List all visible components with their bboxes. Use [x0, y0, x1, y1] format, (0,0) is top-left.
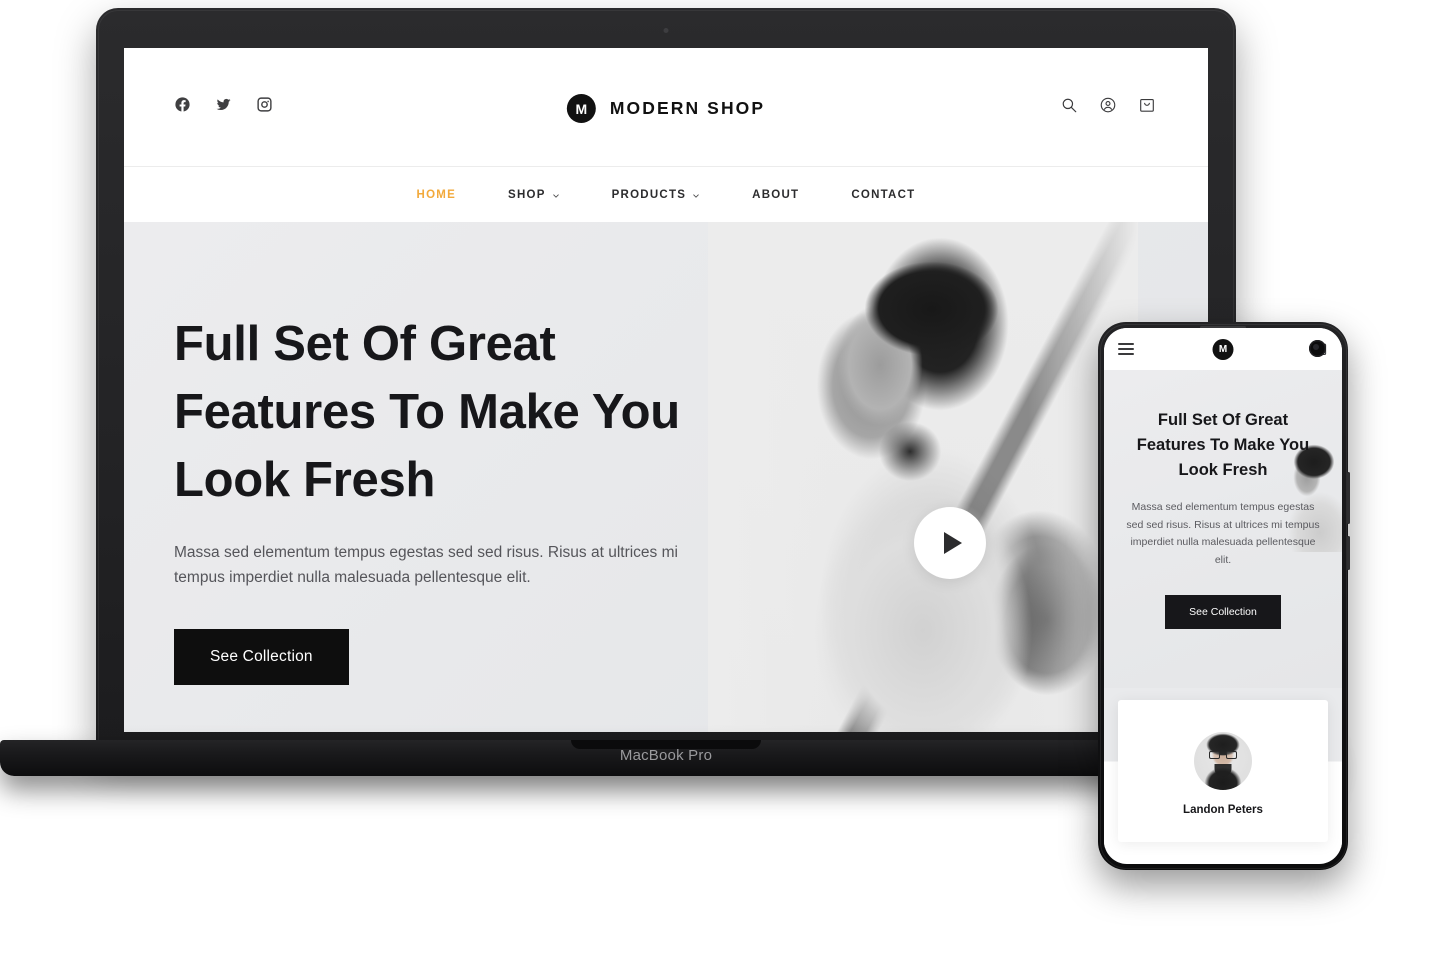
- laptop-screen: M MODERN SHOP HOME SHOP PRODUCTS ABOUT C…: [124, 48, 1208, 732]
- testimonial-name: Landon Peters: [1183, 804, 1263, 816]
- twitter-icon[interactable]: [215, 96, 232, 113]
- phone-camera-icon: [1309, 340, 1326, 357]
- beard-shape: [1214, 764, 1232, 778]
- glasses-icon: [1209, 751, 1237, 760]
- avatar: [1194, 732, 1252, 790]
- nav-item-products[interactable]: PRODUCTS: [586, 189, 727, 201]
- laptop-lid: M MODERN SHOP HOME SHOP PRODUCTS ABOUT C…: [96, 8, 1236, 748]
- header-utilities: [1060, 96, 1156, 114]
- hero-photo: [708, 222, 1138, 732]
- nav-label: ABOUT: [752, 188, 800, 201]
- hero-section: Full Set Of Great Features To Make You L…: [124, 222, 1208, 732]
- screenshot-stage: M MODERN SHOP HOME SHOP PRODUCTS ABOUT C…: [0, 0, 1440, 960]
- mobile-testimonial-section: Landon Peters: [1104, 688, 1342, 848]
- nav-item-about[interactable]: ABOUT: [726, 189, 825, 201]
- hero-heading: Full Set Of Great Features To Make You L…: [174, 317, 680, 508]
- nav-label: SHOP: [508, 188, 546, 201]
- nav-label: HOME: [416, 188, 457, 201]
- mobile-hero-heading: Full Set Of Great Features To Make You L…: [1136, 411, 1310, 480]
- phone-power-button[interactable]: [1347, 472, 1350, 524]
- see-collection-button[interactable]: See Collection: [174, 628, 349, 685]
- main-navigation: HOME SHOP PRODUCTS ABOUT CONTACT: [124, 166, 1208, 222]
- phone-screen: M Full Set Of Great Features To Make You…: [1104, 328, 1342, 864]
- hamburger-menu-icon[interactable]: [1118, 343, 1134, 355]
- laptop-mockup: M MODERN SHOP HOME SHOP PRODUCTS ABOUT C…: [0, 8, 1332, 786]
- play-video-button[interactable]: [914, 507, 986, 579]
- nav-label: CONTACT: [851, 188, 916, 201]
- logo-text: MODERN SHOP: [609, 98, 766, 118]
- hero-paragraph: Massa sed elementum tempus egestas sed s…: [174, 544, 678, 587]
- phone-volume-button[interactable]: [1347, 536, 1350, 570]
- chevron-down-icon: [692, 191, 700, 199]
- testimonial-card: Landon Peters: [1118, 700, 1328, 842]
- play-icon: [943, 532, 962, 554]
- hero-copy: Full Set Of Great Features To Make You L…: [174, 310, 734, 685]
- cart-icon[interactable]: [1138, 96, 1156, 114]
- account-icon[interactable]: [1099, 96, 1117, 114]
- laptop-camera-icon: [663, 28, 669, 33]
- phone-mockup: M Full Set Of Great Features To Make You…: [1098, 322, 1350, 870]
- site-logo[interactable]: M MODERN SHOP: [566, 94, 766, 123]
- desktop-website: M MODERN SHOP HOME SHOP PRODUCTS ABOUT C…: [124, 48, 1208, 732]
- social-links: [174, 96, 273, 113]
- site-header: M MODERN SHOP: [124, 48, 1208, 166]
- chevron-down-icon: [552, 191, 560, 199]
- mobile-see-collection-button[interactable]: See Collection: [1165, 594, 1281, 629]
- mobile-hero-section: Full Set Of Great Features To Make You L…: [1104, 370, 1342, 688]
- search-icon[interactable]: [1060, 96, 1078, 114]
- facebook-icon[interactable]: [174, 96, 191, 113]
- nav-item-home[interactable]: HOME: [391, 189, 483, 201]
- nav-label: PRODUCTS: [611, 188, 687, 201]
- mobile-hero-paragraph: Massa sed elementum tempus egestas sed s…: [1126, 501, 1320, 566]
- mobile-header: M: [1104, 328, 1342, 370]
- nav-item-shop[interactable]: SHOP: [482, 189, 586, 201]
- device-label-laptop: MacBook Pro: [619, 747, 713, 764]
- instagram-icon[interactable]: [256, 96, 273, 113]
- nav-item-contact[interactable]: CONTACT: [825, 189, 941, 201]
- logo-mark: M: [566, 94, 596, 123]
- mobile-logo-mark[interactable]: M: [1212, 338, 1234, 360]
